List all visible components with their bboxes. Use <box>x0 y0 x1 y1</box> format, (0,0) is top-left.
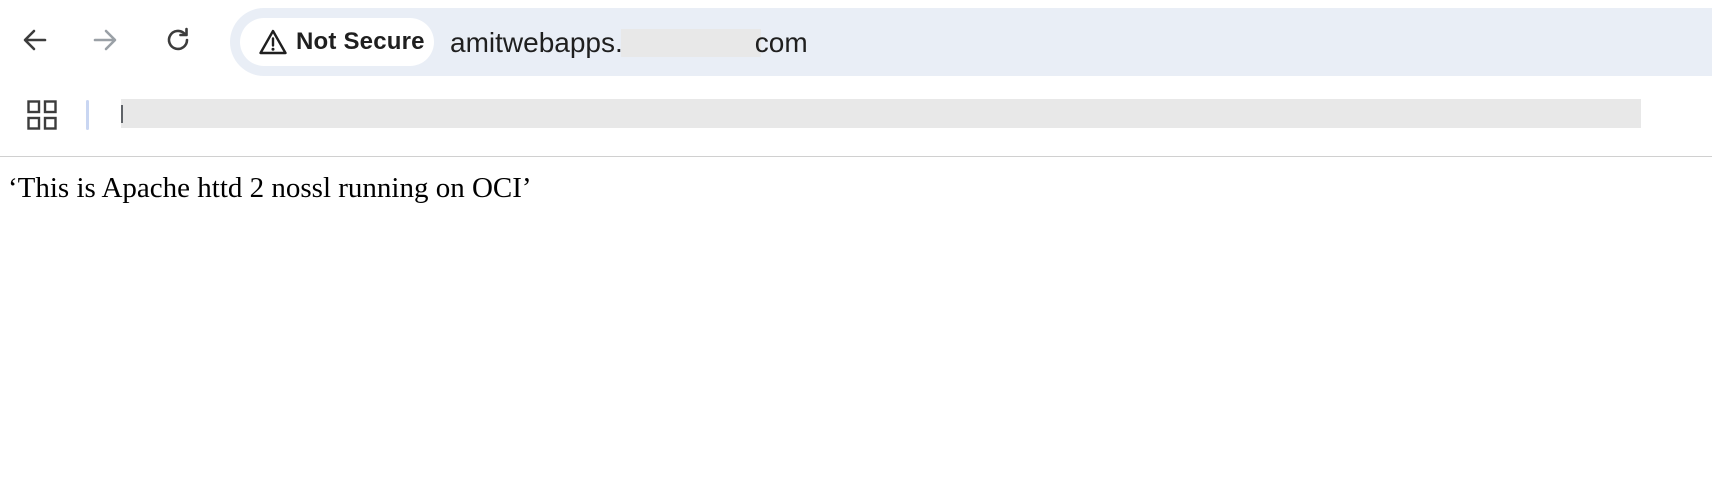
back-button[interactable] <box>15 20 55 60</box>
forward-button[interactable] <box>85 20 125 60</box>
reload-icon <box>167 27 189 51</box>
arrow-left-icon <box>23 29 47 51</box>
arrow-right-icon <box>93 29 117 51</box>
reload-button[interactable] <box>158 20 198 60</box>
url-redaction <box>620 29 761 57</box>
url-text[interactable]: amitwebapps. com <box>450 28 808 58</box>
page-body-text: ‘This is Apache httd 2 nossl running on … <box>8 172 532 204</box>
bookmarks-redaction <box>121 99 1641 128</box>
security-label: Not Secure <box>296 28 425 55</box>
bookmarks-bar <box>0 84 1712 157</box>
apps-grid-icon[interactable] <box>27 100 57 130</box>
url-prefix: amitwebapps. <box>450 27 623 58</box>
warning-triangle-icon <box>258 27 288 57</box>
address-bar[interactable]: Not Secure amitwebapps. com <box>230 8 1712 76</box>
browser-toolbar: Not Secure amitwebapps. com <box>0 0 1712 84</box>
security-chip[interactable]: Not Secure <box>240 18 434 66</box>
bookmarks-divider <box>86 100 89 130</box>
url-suffix: com <box>754 27 808 58</box>
